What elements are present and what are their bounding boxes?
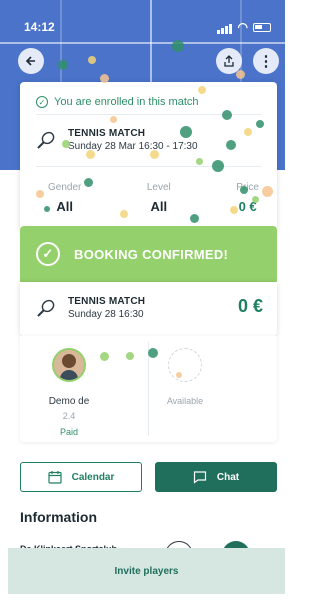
player-level: 2.4 — [62, 411, 76, 421]
divider — [148, 342, 149, 436]
more-vertical-icon: ⋮ — [258, 52, 274, 70]
confirmation-match-info: TENNIS MATCH Sunday 28 16:30 — [36, 296, 145, 320]
divider — [36, 166, 261, 167]
check-circle-icon: ✓ — [36, 242, 60, 266]
stat-level: Level All — [147, 182, 171, 214]
players-card: Demo de 2.4 Paid Available — [20, 336, 277, 442]
divider — [36, 114, 261, 115]
invite-players-button[interactable]: Invite players — [8, 548, 285, 594]
share-button[interactable] — [216, 48, 242, 74]
player-slot[interactable]: Demo de 2.4 Paid — [34, 348, 104, 437]
calendar-button[interactable]: Calendar — [20, 462, 142, 492]
information-title: Information — [20, 509, 97, 525]
enrolled-status: ✓ You are enrolled in this match — [36, 96, 199, 108]
stat-value: All — [56, 199, 73, 214]
chat-icon — [193, 471, 206, 484]
battery-icon — [253, 22, 271, 32]
avatar — [52, 348, 86, 382]
stat-gender: Gender All — [48, 182, 81, 214]
stat-label: Gender — [48, 182, 82, 193]
player-payment-status: Paid — [59, 427, 78, 437]
match-card: ✓ You are enrolled in this match TENNIS … — [20, 82, 277, 232]
invite-label: Invite players — [114, 565, 179, 577]
share-icon — [224, 55, 234, 67]
tennis-racket-icon — [37, 299, 55, 317]
back-arrow-icon — [25, 56, 35, 66]
booking-confirmed-banner: ✓ BOOKING CONFIRMED! — [20, 226, 277, 282]
enrolled-text: You are enrolled in this match — [54, 96, 199, 108]
player-name: Demo de — [48, 396, 90, 407]
confirmation-price: 0 € — [237, 296, 263, 316]
stat-value: All — [150, 199, 168, 214]
empty-avatar-icon — [168, 348, 202, 382]
match-info: TENNIS MATCH Sunday 28 Mar 16:30 - 17:30 — [36, 128, 198, 152]
chat-label: Chat — [216, 471, 240, 483]
match-title: TENNIS MATCH — [68, 128, 146, 139]
banner-text: BOOKING CONFIRMED! — [74, 246, 229, 262]
status-bar: 14:12 ◠ — [24, 18, 271, 36]
stat-label: Level — [146, 182, 171, 193]
stat-price: Price 0 € — [236, 182, 259, 214]
more-button[interactable]: ⋮ — [253, 48, 279, 74]
stat-label: Price — [236, 182, 259, 193]
wifi-icon: ◠ — [237, 20, 248, 34]
status-time: 14:12 — [24, 20, 55, 34]
check-icon: ✓ — [36, 96, 48, 108]
confirmation-date: Sunday 28 16:30 — [68, 309, 144, 320]
chat-button[interactable]: Chat — [155, 462, 277, 492]
signal-icon — [216, 20, 233, 34]
tennis-racket-icon — [37, 131, 55, 149]
back-button[interactable] — [18, 48, 44, 74]
stat-value: 0 € — [238, 199, 257, 214]
available-slot[interactable]: Available — [150, 348, 220, 406]
match-stats: Gender All Level All Price 0 € — [20, 182, 277, 214]
match-date: Sunday 28 Mar 16:30 - 17:30 — [68, 141, 198, 152]
confirmation-card: TENNIS MATCH Sunday 28 16:30 0 € — [20, 282, 277, 336]
calendar-label: Calendar — [71, 471, 115, 483]
calendar-icon — [47, 471, 62, 484]
confirmation-title: TENNIS MATCH — [68, 296, 146, 307]
available-label: Available — [166, 396, 204, 406]
